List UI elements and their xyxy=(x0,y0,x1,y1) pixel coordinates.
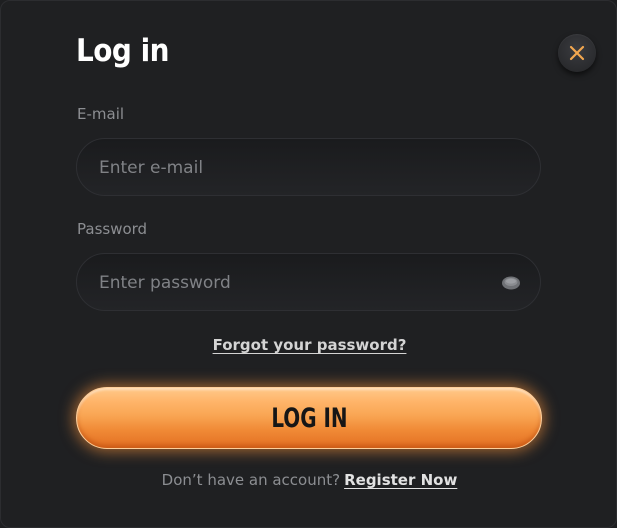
modal-title: Log in xyxy=(76,33,170,69)
email-field[interactable] xyxy=(97,139,501,197)
register-line: Don’t have an account? Register Now xyxy=(1,471,617,489)
eye-icon[interactable] xyxy=(501,274,521,292)
login-button-label: LOG IN xyxy=(270,402,348,434)
email-field-wrapper xyxy=(76,138,541,197)
login-modal: Log in E-mail Password Forgot your passw… xyxy=(0,0,617,528)
register-link[interactable]: Register Now xyxy=(344,471,457,489)
password-field[interactable] xyxy=(97,254,501,312)
forgot-password-link[interactable]: Forgot your password? xyxy=(1,336,617,354)
register-prompt: Don’t have an account? xyxy=(161,471,341,489)
password-label: Password xyxy=(77,220,148,238)
login-button[interactable]: LOG IN xyxy=(76,387,542,449)
password-field-wrapper xyxy=(76,253,541,312)
email-label: E-mail xyxy=(77,105,125,123)
close-button[interactable] xyxy=(558,34,596,72)
close-icon xyxy=(569,45,585,61)
